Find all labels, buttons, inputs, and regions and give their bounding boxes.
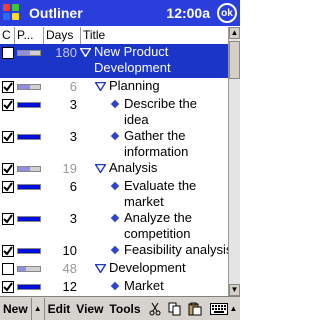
list-item[interactable]: 3 Analyze the competition	[0, 210, 228, 242]
progress-bar	[17, 284, 41, 290]
item-title[interactable]: Feasibility analysis	[124, 242, 228, 258]
expand-collapse-icon[interactable]	[79, 46, 92, 60]
days-value: 48	[62, 261, 77, 276]
keyboard-arrow-icon[interactable]: ▲	[230, 304, 238, 313]
progress-bar	[17, 184, 41, 190]
bullet-icon	[110, 245, 120, 255]
item-title-continuation[interactable]: market	[124, 194, 164, 210]
bullet-icon	[110, 281, 120, 291]
checkbox-checked[interactable]	[2, 281, 14, 293]
checkbox-checked[interactable]	[2, 81, 14, 93]
column-progress-header[interactable]: P...	[15, 27, 44, 44]
list-item[interactable]: 6 Planning	[0, 78, 228, 96]
column-title-header[interactable]: Title	[81, 27, 228, 44]
menu-bar: New ▲ Edit View Tools ▲	[0, 296, 240, 320]
new-menu[interactable]: New	[0, 297, 32, 320]
scissors-icon[interactable]	[146, 300, 164, 318]
days-value: 10	[62, 243, 77, 258]
item-title[interactable]: Market	[124, 278, 164, 294]
paste-icon[interactable]	[186, 300, 204, 318]
keyboard-icon[interactable]	[209, 300, 228, 318]
list-item[interactable]: 10 Feasibility analysis	[0, 242, 228, 260]
item-title[interactable]: Planning	[109, 78, 160, 94]
checkbox-checked[interactable]	[2, 99, 14, 111]
checkbox-checked[interactable]	[2, 245, 14, 257]
checkbox-checked[interactable]	[2, 131, 14, 143]
windows-start-icon[interactable]	[3, 4, 21, 22]
expand-collapse-icon[interactable]	[94, 262, 107, 276]
app-title: Outliner	[29, 5, 83, 21]
list-item[interactable]: 3 Gather the information	[0, 128, 228, 160]
item-title[interactable]: Describe the	[124, 96, 197, 112]
progress-bar	[17, 216, 41, 222]
new-dropdown-arrow-icon[interactable]: ▲	[32, 297, 45, 320]
progress-bar	[17, 102, 41, 108]
vertical-scrollbar[interactable]: ▲ ▼	[228, 27, 240, 296]
expand-collapse-icon[interactable]	[94, 80, 107, 94]
progress-bar	[17, 84, 41, 90]
outline-list: 180 New Product Development 6 Planning 3 Descr…	[0, 44, 228, 296]
list-item[interactable]: 48 Development	[0, 260, 228, 278]
days-value: 3	[69, 97, 77, 112]
checkbox-checked[interactable]	[2, 213, 14, 225]
column-days-header[interactable]: Days	[44, 27, 81, 44]
checkbox-unchecked[interactable]	[2, 263, 14, 275]
scroll-thumb[interactable]	[229, 41, 240, 79]
days-value: 3	[69, 211, 77, 226]
column-check-header[interactable]: C	[0, 27, 15, 44]
bullet-icon	[110, 99, 120, 109]
progress-bar	[17, 50, 41, 56]
bullet-icon	[110, 181, 120, 191]
days-value: 180	[55, 45, 77, 60]
item-title-continuation[interactable]: competition	[124, 226, 190, 242]
progress-bar	[17, 134, 41, 140]
list-item[interactable]: 3 Describe the idea	[0, 96, 228, 128]
view-menu[interactable]: View	[73, 302, 106, 316]
item-title[interactable]: Analyze the	[124, 210, 192, 226]
days-value: 3	[69, 129, 77, 144]
scroll-up-icon[interactable]: ▲	[229, 27, 240, 39]
tools-menu[interactable]: Tools	[106, 302, 143, 316]
item-title[interactable]: Gather the	[124, 128, 185, 144]
item-title-continuation[interactable]: idea	[124, 112, 149, 128]
progress-bar	[17, 166, 41, 172]
progress-bar	[17, 266, 41, 272]
days-value: 19	[62, 161, 77, 176]
days-value: 6	[69, 79, 77, 94]
title-bar: Outliner 12:00a ok	[0, 0, 240, 26]
copy-icon[interactable]	[166, 300, 184, 318]
bullet-icon	[110, 213, 120, 223]
item-title-continuation[interactable]: Development	[94, 60, 171, 76]
item-title[interactable]: Analysis	[109, 160, 157, 176]
item-title[interactable]: Development	[109, 260, 186, 276]
list-item[interactable]: 6 Evaluate the market	[0, 178, 228, 210]
item-title[interactable]: Evaluate the	[124, 178, 196, 194]
list-item[interactable]: 12 Market	[0, 278, 228, 296]
column-header: C P... Days Title	[0, 27, 228, 44]
checkbox-checked[interactable]	[2, 163, 14, 175]
item-title-continuation[interactable]: information	[124, 144, 188, 160]
list-item[interactable]: 19 Analysis	[0, 160, 228, 178]
edit-menu[interactable]: Edit	[45, 302, 74, 316]
progress-bar	[17, 248, 41, 254]
scroll-down-icon[interactable]: ▼	[229, 284, 240, 296]
list-item[interactable]: 180 New Product Development	[0, 44, 228, 78]
days-value: 6	[69, 179, 77, 194]
checkbox-unchecked[interactable]	[2, 47, 14, 59]
item-title[interactable]: New Product	[94, 44, 168, 60]
days-value: 12	[62, 279, 77, 294]
expand-collapse-icon[interactable]	[94, 162, 107, 176]
ok-button[interactable]: ok	[217, 3, 237, 23]
bullet-icon	[110, 131, 120, 141]
clock[interactable]: 12:00a	[166, 5, 210, 21]
checkbox-checked[interactable]	[2, 181, 14, 193]
